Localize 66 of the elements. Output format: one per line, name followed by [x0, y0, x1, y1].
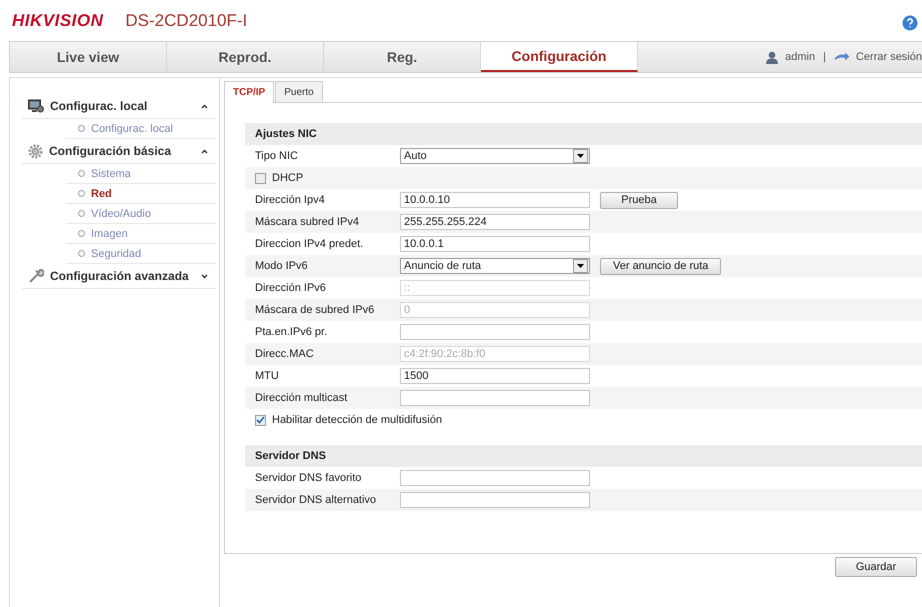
settings-tab[interactable]: TCP/IP: [224, 81, 274, 103]
field-label: Dirección Ipv4: [255, 194, 326, 206]
checkbox[interactable]: [255, 414, 266, 426]
sidebar-item[interactable]: Configurac. local: [66, 119, 216, 139]
user-name[interactable]: admin: [785, 51, 816, 63]
logout-link[interactable]: Cerrar sesión: [856, 51, 922, 63]
sidebar-group[interactable]: Configuración avanzada: [22, 264, 216, 289]
user-icon: [765, 50, 780, 64]
dropdown[interactable]: Anuncio de ruta: [400, 258, 590, 274]
action-button[interactable]: Ver anuncio de ruta: [600, 258, 722, 274]
field-label: Direccion IPv4 predet.: [255, 238, 364, 250]
field-label: Servidor DNS favorito: [255, 472, 362, 484]
input-field[interactable]: 1500: [400, 368, 590, 384]
sidebar-group[interactable]: Configurac. local: [22, 94, 216, 119]
field-label: Direcc.MAC: [255, 348, 315, 360]
sidebar-group[interactable]: Configuración básica: [22, 139, 216, 164]
field-label: Dirección multicast: [255, 392, 348, 404]
input-field[interactable]: [400, 324, 590, 340]
nav-tab[interactable]: Reprod.: [167, 42, 324, 72]
help-icon[interactable]: [902, 14, 918, 30]
section-header: Ajustes NIC: [245, 123, 922, 145]
field-label: Servidor DNS alternativo: [255, 494, 378, 506]
bullet-icon: [78, 250, 85, 257]
field-label: Tipo NIC: [255, 150, 299, 162]
sidebar-item[interactable]: Vídeo/Audio: [66, 204, 216, 224]
nav-tab[interactable]: Live view: [10, 42, 167, 72]
logo: HIKVISION: [12, 10, 104, 30]
separator: |: [823, 51, 826, 63]
device-model: DS-2CD2010F-I: [125, 10, 248, 30]
section-header: Servidor DNS: [245, 445, 922, 467]
dropdown[interactable]: Auto: [400, 148, 590, 164]
checkbox-label: DHCP: [272, 172, 304, 184]
wrench-icon: [28, 268, 44, 284]
bullet-icon: [78, 125, 85, 132]
bullet-icon: [78, 210, 85, 217]
sidebar-item[interactable]: Imagen: [66, 224, 216, 244]
field-label: MTU: [255, 370, 280, 382]
input-field[interactable]: [400, 390, 590, 406]
field-label: Máscara subred IPv4: [255, 216, 360, 228]
field-label: Dirección IPv6: [255, 282, 327, 294]
logout-icon[interactable]: [834, 52, 850, 62]
input-field[interactable]: 255.255.255.224: [400, 214, 590, 230]
save-button[interactable]: Guardar: [835, 557, 917, 577]
expand-icon[interactable]: [201, 274, 208, 278]
collapse-icon[interactable]: [201, 148, 208, 154]
sidebar-item[interactable]: Sistema: [66, 164, 216, 184]
sidebar-item[interactable]: Seguridad: [66, 244, 216, 264]
action-button[interactable]: Prueba: [600, 192, 678, 208]
field-label: Modo IPv6: [255, 260, 309, 272]
input-field[interactable]: [400, 492, 590, 508]
collapse-icon[interactable]: [201, 104, 208, 108]
input-field[interactable]: 10.0.0.10: [400, 192, 590, 208]
field-label: Pta.en.IPv6 pr.: [255, 326, 328, 338]
checkbox[interactable]: [255, 172, 266, 184]
bullet-icon: [78, 190, 85, 197]
settings-tab[interactable]: Puerto: [275, 81, 323, 102]
monitor-gear-icon: [28, 99, 44, 113]
checkbox-label: Habilitar detección de multidifusión: [272, 414, 442, 426]
gear-icon: [28, 144, 43, 158]
sidebar-item[interactable]: Red: [66, 184, 216, 204]
bullet-icon: [78, 230, 85, 237]
field-label: Máscara de subred IPv6: [255, 304, 376, 316]
nav-tab[interactable]: Configuración: [481, 42, 638, 72]
input-field[interactable]: [400, 470, 590, 486]
input-field[interactable]: 10.0.0.1: [400, 236, 590, 252]
bullet-icon: [78, 170, 85, 177]
